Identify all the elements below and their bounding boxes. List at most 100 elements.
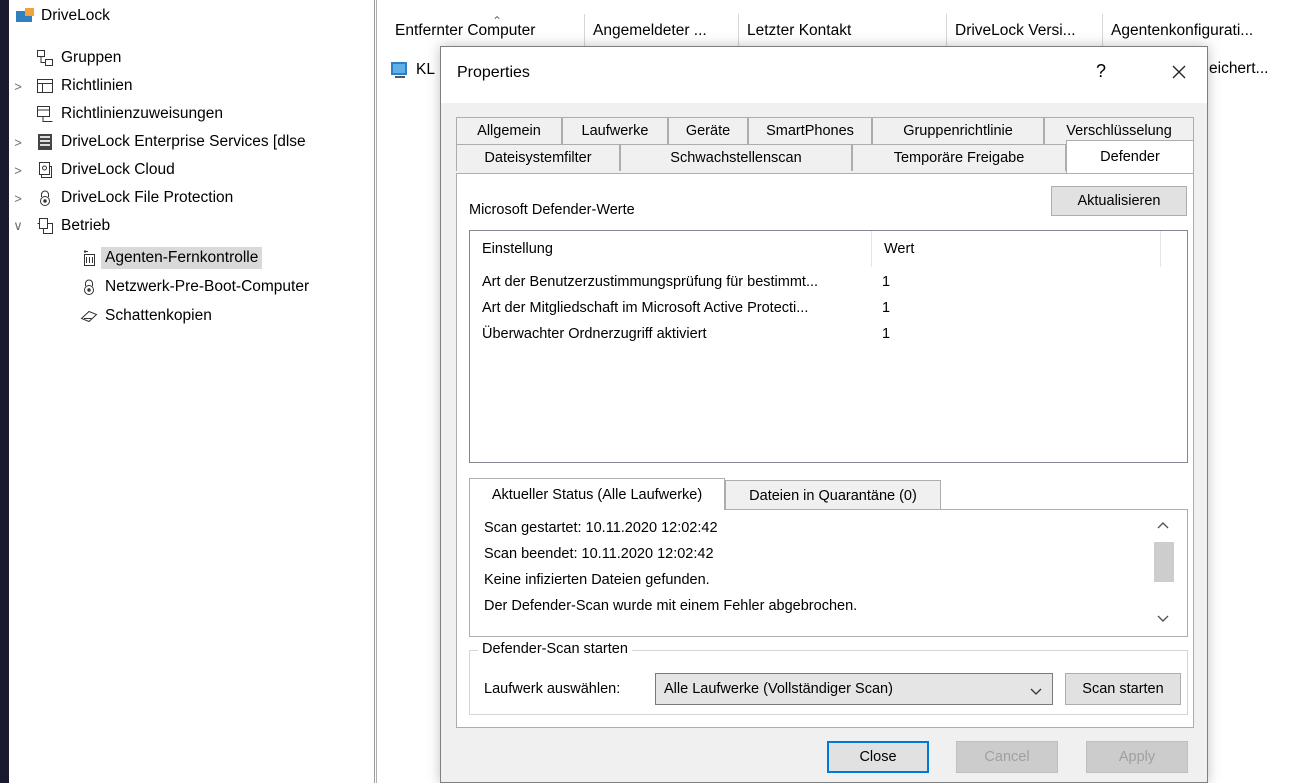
chevron-right-icon[interactable]: >	[11, 191, 25, 206]
defender-tab-panel: Microsoft Defender-Werte Aktualisieren E…	[456, 173, 1194, 728]
groups-icon	[35, 48, 55, 68]
scan-status-box: Scan gestartet: 10.11.2020 12:02:42 Scan…	[469, 509, 1188, 637]
lock-icon	[79, 277, 99, 297]
drive-select-label: Laufwerk auswählen:	[484, 681, 621, 697]
chevron-down-icon[interactable]: ∨	[11, 218, 25, 234]
table-row[interactable]: Art der Benutzerzustimmungsprüfung für b…	[470, 271, 1187, 295]
section-label: Microsoft Defender-Werte	[469, 202, 635, 218]
tree-root-label: DriveLock	[41, 7, 110, 24]
tab-dateisystemfilter[interactable]: Dateisystemfilter	[456, 144, 620, 171]
tree-item-label: Netzwerk-Pre-Boot-Computer	[105, 278, 310, 295]
tab-geraete[interactable]: Geräte	[668, 117, 748, 144]
column-header-logged-on-user[interactable]: Angemeldeter ...	[585, 14, 739, 48]
tree-item-gruppen[interactable]: Gruppen	[35, 44, 121, 72]
tree-item-label: Betrieb	[61, 217, 111, 234]
table-cell-setting: Art der Benutzerzustimmungsprüfung für b…	[482, 274, 819, 290]
status-line: Der Defender-Scan wurde mit einem Fehler…	[484, 598, 858, 614]
table-header-setting[interactable]: Einstellung	[470, 231, 872, 267]
tree-item-label: DriveLock Enterprise Services [dlse	[61, 133, 306, 150]
close-button[interactable]: Close	[827, 741, 929, 773]
table-cell-setting: Art der Mitgliedschaft im Microsoft Acti…	[482, 300, 809, 316]
tree-item-label: Schattenkopien	[105, 307, 212, 324]
column-header-drivelock-version[interactable]: DriveLock Versi...	[947, 14, 1103, 48]
table-cell-value: 1	[882, 300, 891, 316]
cloud-icon	[35, 160, 55, 180]
table-row[interactable]: Überwachter Ordnerzugriff aktiviert 1	[470, 323, 1187, 347]
policy-assignment-icon	[35, 104, 55, 124]
tree-item-label: Gruppen	[61, 49, 122, 66]
tree-item-richtlinien[interactable]: > Richtlinien	[14, 72, 133, 100]
tree-item-file-protection[interactable]: > DriveLock File Protection	[14, 184, 234, 212]
navigation-tree: DriveLock Gruppen > Richtlinien Richtlin…	[9, 0, 375, 783]
group-legend: Defender-Scan starten	[478, 641, 632, 657]
tab-quarantine[interactable]: Dateien in Quarantäne (0)	[725, 480, 941, 510]
table-header-value[interactable]: Wert	[872, 231, 1160, 267]
tree-item-label: Agenten-Fernkontrolle	[101, 247, 263, 269]
shadow-copy-icon	[79, 306, 99, 326]
scroll-up-icon[interactable]	[1152, 516, 1174, 534]
tree-item-richtlinienzuweisungen[interactable]: Richtlinienzuweisungen	[35, 100, 223, 128]
chevron-right-icon[interactable]: >	[11, 163, 25, 178]
tree-item-schattenkopien[interactable]: Schattenkopien	[79, 302, 212, 330]
sort-up-icon: ⌃	[492, 14, 503, 28]
window-edge	[0, 0, 9, 783]
tree-item-enterprise-services[interactable]: > DriveLock Enterprise Services [dlse	[14, 128, 306, 156]
policy-icon	[35, 76, 55, 96]
tree-item-agenten-fernkontrolle[interactable]: Agenten-Fernkontrolle	[79, 244, 263, 272]
drive-select-value: Alle Laufwerke (Vollständiger Scan)	[664, 681, 893, 697]
column-header-last-contact[interactable]: Letzter Kontakt	[739, 14, 947, 48]
column-header-label: DriveLock Versi...	[955, 22, 1076, 39]
status-line: Scan gestartet: 10.11.2020 12:02:42	[484, 520, 718, 536]
column-header-remote-computer[interactable]: ⌃ Entfernter Computer	[387, 14, 585, 48]
table-cell-value: 1	[882, 274, 891, 290]
dialog-title-bar: Properties ?	[441, 47, 1207, 103]
tree-item-betrieb[interactable]: ∨ Betrieb	[13, 212, 111, 240]
tab-defender[interactable]: Defender	[1066, 140, 1194, 173]
tab-laufwerke[interactable]: Laufwerke	[562, 117, 668, 144]
tab-schwachstellenscan[interactable]: Schwachstellenscan	[620, 144, 852, 171]
tree-item-label: Richtlinienzuweisungen	[61, 105, 223, 122]
computer-icon	[389, 60, 413, 80]
scan-start-group: Defender-Scan starten Laufwerk auswählen…	[469, 641, 1188, 715]
table-cell-value: 1	[882, 326, 891, 342]
apply-button[interactable]: Apply	[1086, 741, 1188, 773]
tree-item-label: DriveLock Cloud	[61, 161, 175, 178]
tree-item-cloud[interactable]: > DriveLock Cloud	[14, 156, 175, 184]
computer-name: KL	[416, 61, 435, 78]
tab-current-status[interactable]: Aktueller Status (Alle Laufwerke)	[469, 478, 725, 510]
scan-start-button[interactable]: Scan starten	[1065, 673, 1181, 705]
list-item[interactable]: KL	[389, 60, 435, 80]
refresh-button[interactable]: Aktualisieren	[1051, 186, 1187, 216]
help-button[interactable]: ?	[1089, 61, 1113, 82]
column-header-label: Agentenkonfigurati...	[1111, 22, 1254, 39]
server-icon	[35, 132, 55, 152]
drivelock-logo-icon	[15, 6, 35, 26]
status-scrollbar[interactable]	[1152, 516, 1174, 630]
scroll-down-icon[interactable]	[1152, 610, 1174, 628]
tree-item-label: Richtlinien	[61, 77, 133, 94]
tab-temporaere-freigabe[interactable]: Temporäre Freigabe	[852, 144, 1066, 171]
tab-smartphones[interactable]: SmartPhones	[748, 117, 872, 144]
column-divider	[1160, 231, 1161, 267]
column-header-agent-config[interactable]: Agentenkonfigurati...	[1103, 14, 1297, 48]
tree-root-drivelock[interactable]: DriveLock	[15, 2, 110, 30]
status-line: Keine infizierten Dateien gefunden.	[484, 572, 710, 588]
status-line: Scan beendet: 10.11.2020 12:02:42	[484, 546, 714, 562]
close-icon[interactable]	[1159, 55, 1199, 89]
tab-allgemein[interactable]: Allgemein	[456, 117, 562, 144]
column-header-label: Letzter Kontakt	[747, 22, 852, 39]
cancel-button[interactable]: Cancel	[956, 741, 1058, 773]
tab-gruppenrichtlinie[interactable]: Gruppenrichtlinie	[872, 117, 1044, 144]
chevron-right-icon[interactable]: >	[11, 135, 25, 150]
tree-item-label: DriveLock File Protection	[61, 189, 234, 206]
drive-select[interactable]: Alle Laufwerke (Vollständiger Scan)	[655, 673, 1053, 705]
tree-item-netzwerk-pre-boot[interactable]: Netzwerk-Pre-Boot-Computer	[79, 273, 309, 301]
list-cell-agent-config: eichert...	[1209, 60, 1269, 77]
scroll-thumb[interactable]	[1154, 542, 1174, 582]
agent-remote-icon	[79, 248, 99, 268]
operations-icon	[35, 216, 55, 236]
chevron-right-icon[interactable]: >	[11, 79, 25, 94]
table-row[interactable]: Art der Mitgliedschaft im Microsoft Acti…	[470, 297, 1187, 321]
properties-dialog: Properties ? Allgemein Laufwerke Geräte …	[440, 46, 1208, 783]
lock-icon	[35, 188, 55, 208]
